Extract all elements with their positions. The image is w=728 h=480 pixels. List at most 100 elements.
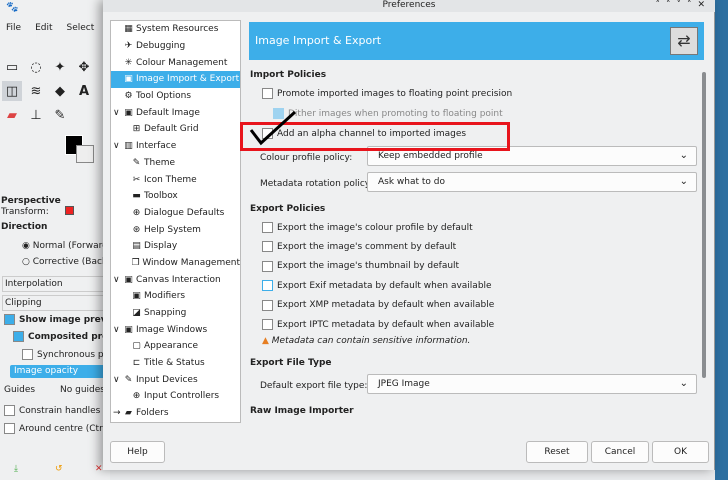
tree-item[interactable]: ⚙ Tool Options bbox=[111, 88, 240, 105]
fuzzy-select-icon[interactable]: ✦ bbox=[50, 57, 70, 77]
move-icon[interactable]: ✥ bbox=[74, 57, 94, 77]
perspective-icon[interactable]: ◫ bbox=[2, 81, 22, 101]
export-option-checkbox[interactable]: Export Exif metadata by default when ava… bbox=[262, 280, 492, 292]
delete-options-icon[interactable]: ✕ bbox=[95, 464, 103, 474]
tree-item-icon: ✎ bbox=[124, 374, 133, 385]
tree-item-icon: ▬ bbox=[132, 191, 141, 202]
scrollbar[interactable] bbox=[702, 72, 706, 378]
dither-checkbox[interactable]: Dither images when promoting to floating… bbox=[273, 108, 503, 119]
expander-icon[interactable]: ∨ bbox=[113, 108, 123, 118]
promote-checkbox[interactable]: Promote imported images to floating poin… bbox=[262, 88, 512, 99]
transform-layer-icon[interactable] bbox=[65, 206, 74, 215]
promote-label: Promote imported images to floating poin… bbox=[277, 88, 513, 99]
clone-icon[interactable]: ⊥ bbox=[26, 105, 46, 125]
tree-item-icon: ▤ bbox=[132, 241, 141, 252]
help-button[interactable]: Help bbox=[110, 441, 165, 463]
expander-icon[interactable]: ∨ bbox=[113, 141, 123, 151]
tree-item[interactable]: ◪ Snapping bbox=[111, 305, 240, 322]
bucket-fill-icon[interactable]: ◆ bbox=[50, 81, 70, 101]
tree-item-label: Image Windows bbox=[136, 324, 208, 335]
tree-item[interactable]: ∨ ▣ Default Image bbox=[111, 104, 240, 121]
eraser-icon[interactable]: ▰ bbox=[2, 105, 22, 125]
tree-item-label: Snapping bbox=[144, 308, 187, 319]
rect-select-icon[interactable]: ▭ bbox=[2, 57, 22, 77]
around-centre-checkbox[interactable]: Around centre (Ctrl) bbox=[4, 423, 109, 434]
tree-item[interactable]: ⊏ Title & Status bbox=[111, 355, 240, 372]
tree-item[interactable]: ⊛ Help System bbox=[111, 221, 240, 238]
tree-item[interactable]: ▣ Modifiers bbox=[111, 288, 240, 305]
reset-button[interactable]: Reset bbox=[526, 441, 588, 463]
cancel-button[interactable]: Cancel bbox=[591, 441, 649, 463]
radio-normal-label: Normal (Forward) bbox=[32, 241, 112, 251]
expander-icon[interactable]: ∨ bbox=[113, 275, 123, 285]
tree-item[interactable]: ⊕ Dialogue Defaults bbox=[111, 205, 240, 222]
expander-icon[interactable]: ∨ bbox=[113, 375, 123, 385]
menu-edit[interactable]: Edit bbox=[35, 23, 52, 33]
gimp-menubar: File Edit Select bbox=[6, 23, 108, 33]
raw-importer-heading: Raw Image Importer bbox=[250, 406, 354, 416]
settings-panel: Import Policies Promote imported images … bbox=[249, 60, 704, 422]
tree-item[interactable]: ✳ Colour Management bbox=[111, 54, 240, 71]
clipping-combo[interactable]: Clipping bbox=[2, 295, 107, 311]
export-policies-heading: Export Policies bbox=[250, 204, 326, 214]
tree-item[interactable]: ✂ Icon Theme bbox=[111, 171, 240, 188]
tree-item[interactable]: ❐ Window Management bbox=[111, 255, 240, 272]
tree-item[interactable]: ✎ Theme bbox=[111, 155, 240, 172]
warp-icon[interactable]: ≋ bbox=[26, 81, 46, 101]
text-tool-icon[interactable]: A bbox=[74, 81, 94, 101]
tree-item[interactable]: ∨ ▣ Image Windows bbox=[111, 321, 240, 338]
background-panel bbox=[715, 0, 728, 480]
export-option-checkbox[interactable]: Export IPTC metadata by default when ava… bbox=[262, 319, 494, 330]
export-option-checkbox[interactable]: Export XMP metadata by default when avai… bbox=[262, 299, 494, 311]
colour-profile-label: Colour profile policy: bbox=[260, 153, 353, 163]
expander-icon[interactable]: → bbox=[113, 408, 123, 418]
tree-item[interactable]: ∨ ✎ Input Devices bbox=[111, 371, 240, 388]
expander-icon[interactable]: ∨ bbox=[113, 325, 123, 335]
tree-item-icon: ▣ bbox=[124, 107, 133, 118]
tree-item-label: Image Import & Export bbox=[136, 74, 240, 85]
menu-select[interactable]: Select bbox=[67, 23, 95, 33]
lasso-icon[interactable]: ◌ bbox=[26, 57, 46, 77]
interpolation-combo[interactable]: Interpolation bbox=[2, 276, 107, 292]
tree-item[interactable]: → ▰ Folders bbox=[111, 405, 240, 422]
tree-item[interactable]: ▢ Appearance bbox=[111, 338, 240, 355]
tree-item-label: System Resources bbox=[136, 24, 219, 35]
restore-options-icon[interactable]: ↺ bbox=[55, 464, 63, 474]
opacity-slider[interactable]: Image opacity bbox=[10, 365, 110, 378]
tree-item-label: Default Image bbox=[136, 107, 200, 118]
tree-item-label: Theme bbox=[144, 157, 176, 168]
rotation-policy-value: Ask what to do bbox=[378, 177, 446, 187]
menu-file[interactable]: File bbox=[6, 23, 21, 33]
export-option-checkbox[interactable]: Export the image's colour profile by def… bbox=[262, 222, 473, 233]
save-options-icon[interactable]: ⤓ bbox=[14, 464, 18, 474]
tree-item-icon: ▣ bbox=[124, 274, 133, 285]
tree-item[interactable]: ▦ System Resources bbox=[111, 21, 240, 38]
tree-item[interactable]: ▣ Image Import & Export bbox=[111, 71, 240, 88]
tree-item[interactable]: ✈ Debugging bbox=[111, 38, 240, 55]
paintbrush-icon[interactable]: ✎ bbox=[50, 105, 70, 125]
tree-item[interactable]: ∨ ▣ Canvas Interaction bbox=[111, 271, 240, 288]
tree-item[interactable]: ▬ Toolbox bbox=[111, 188, 240, 205]
tree-item-icon: ✂ bbox=[132, 174, 141, 185]
guides-combo[interactable]: No guides bbox=[60, 385, 105, 395]
direction-label: Direction bbox=[1, 222, 48, 232]
export-option-checkbox[interactable]: Export the image's thumbnail by default bbox=[262, 260, 459, 272]
window-controls[interactable]: ˄˄˅˄✕ bbox=[655, 0, 711, 10]
tree-item[interactable]: ∨ ▥ Interface bbox=[111, 138, 240, 155]
guides-label: Guides bbox=[4, 385, 36, 395]
radio-normal[interactable]: ◉ Normal (Forward) bbox=[22, 241, 111, 251]
ok-button[interactable]: OK bbox=[652, 441, 709, 463]
tree-item-icon: ⊕ bbox=[132, 391, 141, 402]
tree-item-icon: ▰ bbox=[125, 408, 132, 419]
background-color[interactable] bbox=[76, 145, 94, 163]
tree-item[interactable]: ⊕ Input Controllers bbox=[111, 388, 240, 405]
rotation-policy-dropdown[interactable]: Ask what to do ⌄ bbox=[367, 172, 697, 192]
export-file-type-value: JPEG Image bbox=[378, 379, 430, 389]
export-file-type-dropdown[interactable]: JPEG Image ⌄ bbox=[367, 374, 697, 394]
export-option-checkbox[interactable]: Export the image's comment by default bbox=[262, 241, 456, 253]
tree-item[interactable]: ▤ Display bbox=[111, 238, 240, 255]
tree-item[interactable]: ⊞ Default Grid bbox=[111, 121, 240, 138]
tree-item-icon: ⊞ bbox=[132, 124, 141, 135]
tree-item-label: Appearance bbox=[144, 341, 199, 352]
tool-options-title: Perspective bbox=[1, 196, 61, 206]
